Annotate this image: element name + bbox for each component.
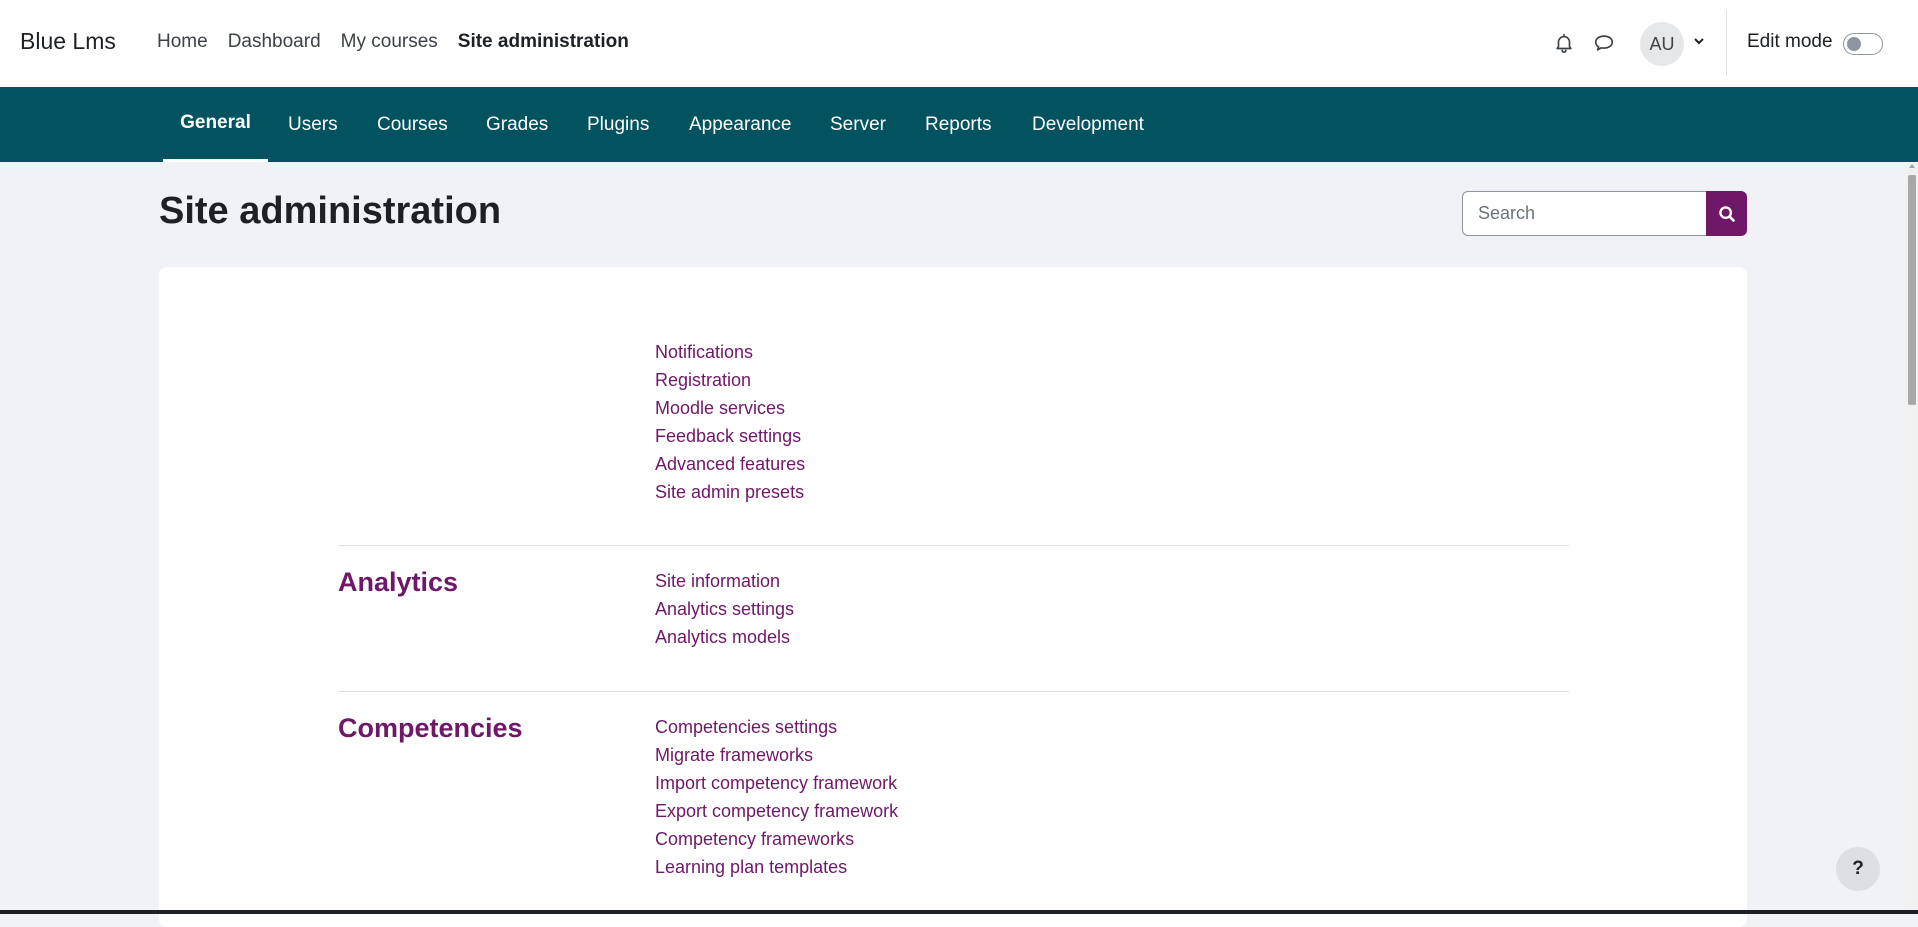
link-site-information[interactable]: Site information [655, 571, 780, 591]
search-icon [1718, 205, 1735, 222]
list-item: Analytics models [655, 623, 794, 651]
site-brand[interactable]: Blue Lms [20, 28, 116, 55]
tab-general[interactable]: General [163, 87, 268, 162]
search-button[interactable] [1706, 191, 1747, 236]
link-analytics-settings[interactable]: Analytics settings [655, 599, 794, 619]
link-registration[interactable]: Registration [655, 370, 751, 390]
tab-appearance[interactable]: Appearance [689, 87, 791, 162]
link-learning-plan-templates[interactable]: Learning plan templates [655, 857, 847, 877]
search-input[interactable] [1462, 191, 1706, 236]
list-item: Advanced features [655, 450, 805, 478]
link-site-admin-presets[interactable]: Site admin presets [655, 482, 804, 502]
section-divider [338, 691, 1569, 692]
section-links: Site information Analytics settings Anal… [655, 567, 794, 651]
tab-reports[interactable]: Reports [925, 87, 992, 162]
secondary-nav: General Users Courses Grades Plugins App… [0, 87, 1918, 162]
link-migrate-frameworks[interactable]: Migrate frameworks [655, 745, 813, 765]
chat-icon[interactable] [1591, 30, 1617, 56]
list-item: Moodle services [655, 394, 805, 422]
scrollbar-thumb[interactable] [1908, 175, 1916, 405]
link-feedback-settings[interactable]: Feedback settings [655, 426, 801, 446]
chevron-down-icon[interactable] [1692, 34, 1706, 53]
tab-courses[interactable]: Courses [377, 87, 448, 162]
link-competency-frameworks[interactable]: Competency frameworks [655, 829, 854, 849]
link-competencies-settings[interactable]: Competencies settings [655, 717, 837, 737]
link-export-competency-framework[interactable]: Export competency framework [655, 801, 898, 821]
help-button[interactable]: ? [1836, 847, 1880, 891]
scroll-up-arrow-icon[interactable] [1909, 164, 1915, 168]
tab-plugins[interactable]: Plugins [587, 87, 649, 162]
bell-icon[interactable] [1551, 30, 1577, 56]
list-item: Migrate frameworks [655, 741, 898, 769]
tab-grades[interactable]: Grades [486, 87, 548, 162]
section-divider [338, 545, 1569, 546]
primary-nav: Home Dashboard My courses Site administr… [157, 30, 649, 54]
link-advanced-features[interactable]: Advanced features [655, 454, 805, 474]
list-item: Competencies settings [655, 713, 898, 741]
list-item: Site information [655, 567, 794, 595]
list-item: Competency frameworks [655, 825, 898, 853]
link-import-competency-framework[interactable]: Import competency framework [655, 773, 897, 793]
section-title-analytics: Analytics [338, 567, 459, 597]
nav-dashboard[interactable]: Dashboard [228, 30, 321, 54]
list-item: Analytics settings [655, 595, 794, 623]
link-notifications[interactable]: Notifications [655, 342, 753, 362]
list-item: Feedback settings [655, 422, 805, 450]
nav-my-courses[interactable]: My courses [341, 30, 438, 54]
section-title-competencies: Competencies [338, 713, 523, 743]
nav-home[interactable]: Home [157, 30, 208, 54]
bottom-edge [0, 910, 1918, 914]
list-item: Notifications [655, 338, 805, 366]
page-title: Site administration [159, 190, 502, 232]
link-analytics-models[interactable]: Analytics models [655, 627, 790, 647]
list-item: Site admin presets [655, 478, 805, 506]
link-moodle-services[interactable]: Moodle services [655, 398, 785, 418]
tab-server[interactable]: Server [830, 87, 886, 162]
divider [1726, 10, 1727, 76]
tab-development[interactable]: Development [1032, 87, 1144, 162]
edit-mode-label: Edit mode [1747, 31, 1833, 52]
edit-mode-toggle[interactable] [1843, 33, 1883, 55]
list-item: Registration [655, 366, 805, 394]
tab-users[interactable]: Users [288, 87, 338, 162]
toggle-knob [1847, 37, 1861, 51]
list-item: Learning plan templates [655, 853, 898, 881]
top-navbar: Blue Lms Home Dashboard My courses Site … [0, 0, 1918, 88]
list-item: Import competency framework [655, 769, 898, 797]
list-item: Export competency framework [655, 797, 898, 825]
section-links: Notifications Registration Moodle servic… [655, 338, 805, 506]
nav-site-administration[interactable]: Site administration [458, 30, 629, 54]
user-avatar[interactable]: AU [1640, 22, 1684, 66]
section-links: Competencies settings Migrate frameworks… [655, 713, 898, 881]
